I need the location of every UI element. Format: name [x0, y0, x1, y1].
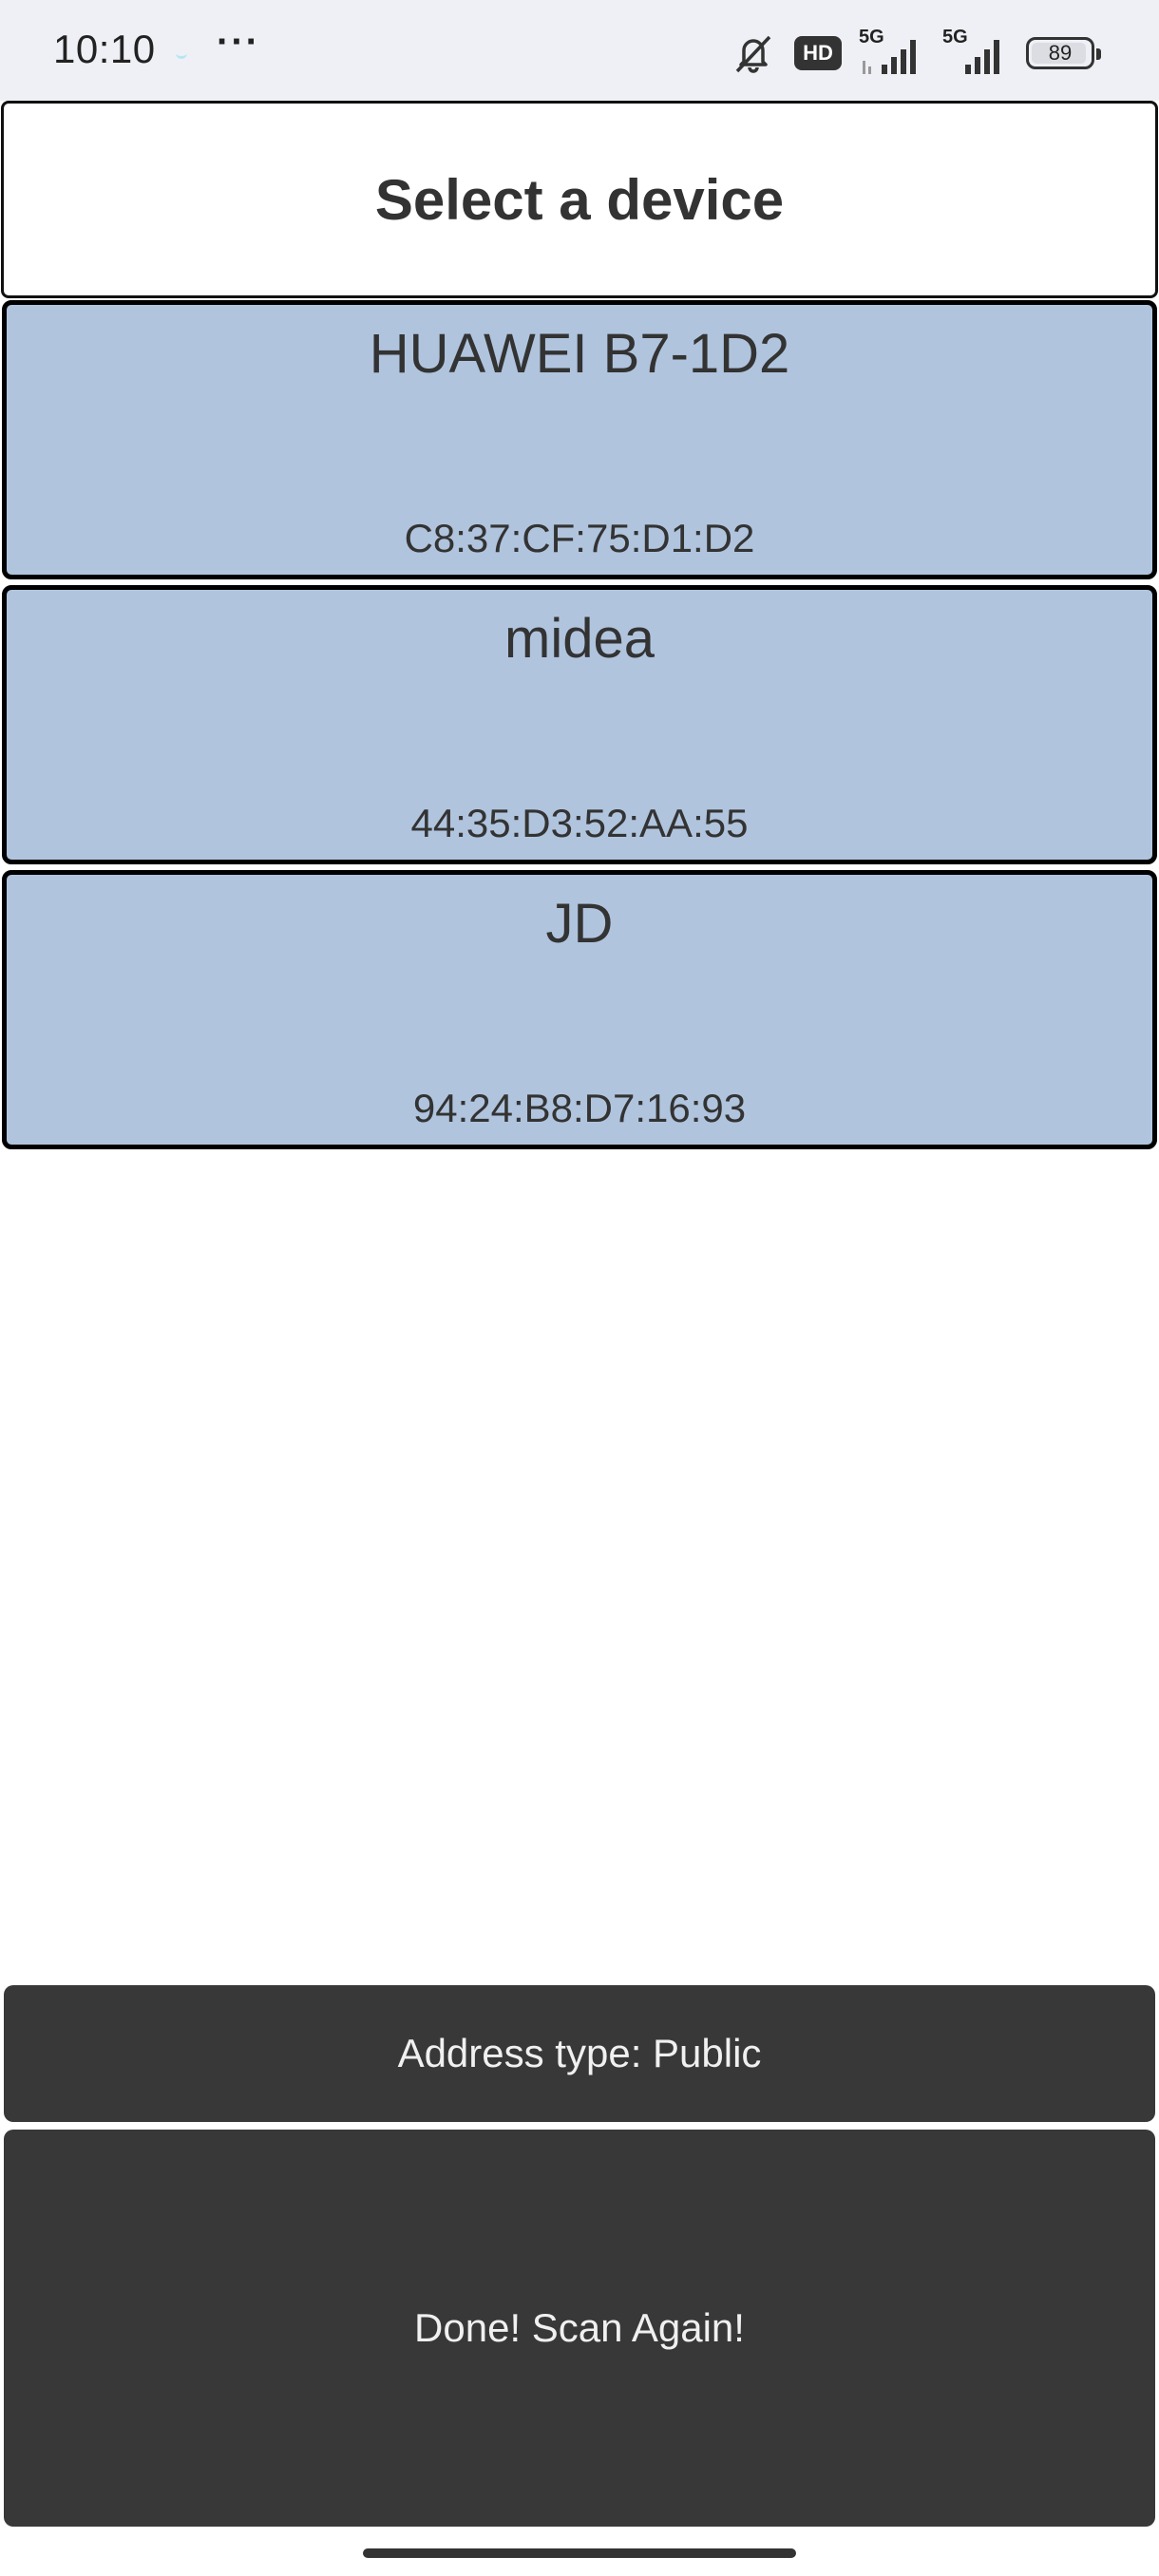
overflow-dots-icon: ··· [217, 21, 260, 63]
device-name: midea [504, 608, 655, 670]
device-item-midea[interactable]: midea 44:35:D3:52:AA:55 [2, 585, 1157, 864]
address-type-text: Address type: Public [397, 2031, 762, 2075]
home-indicator[interactable] [363, 2548, 796, 2558]
device-address: 44:35:D3:52:AA:55 [410, 801, 749, 845]
battery-icon: 89 [1026, 37, 1101, 69]
bell-muted-icon [735, 35, 771, 73]
hd-icon: HD [794, 36, 842, 70]
device-item-huawei[interactable]: HUAWEI B7-1D2 C8:37:CF:75:D1:D2 [2, 300, 1157, 579]
device-address: 94:24:B8:D7:16:93 [412, 1086, 747, 1130]
scan-again-button[interactable]: Done! Scan Again! [4, 2130, 1155, 2527]
status-bar: 10:10 ··· HD 5G 5G 89 [0, 0, 1159, 101]
status-time: 10:10 [53, 27, 156, 71]
header: Select a device [1, 101, 1158, 298]
device-name: HUAWEI B7-1D2 [369, 323, 790, 385]
battery-level: 89 [1048, 41, 1073, 65]
device-address: C8:37:CF:75:D1:D2 [404, 516, 755, 560]
signal-5g-icon: 5G [942, 27, 1009, 76]
address-type-label: Address type: Public [4, 1985, 1155, 2122]
signal-5g-icon: 5G [859, 27, 925, 76]
page-title: Select a device [374, 167, 785, 232]
screen: 10:10 ··· HD 5G 5G 89 Select a device HU… [0, 0, 1159, 2576]
device-name: JD [545, 893, 614, 955]
notification-dot-icon [176, 53, 187, 59]
scan-button-label: Done! Scan Again! [414, 2305, 745, 2350]
hd-label: HD [803, 41, 833, 65]
status-icons: HD 5G 5G 89 [730, 27, 1101, 78]
device-item-jd[interactable]: JD 94:24:B8:D7:16:93 [2, 870, 1157, 1149]
